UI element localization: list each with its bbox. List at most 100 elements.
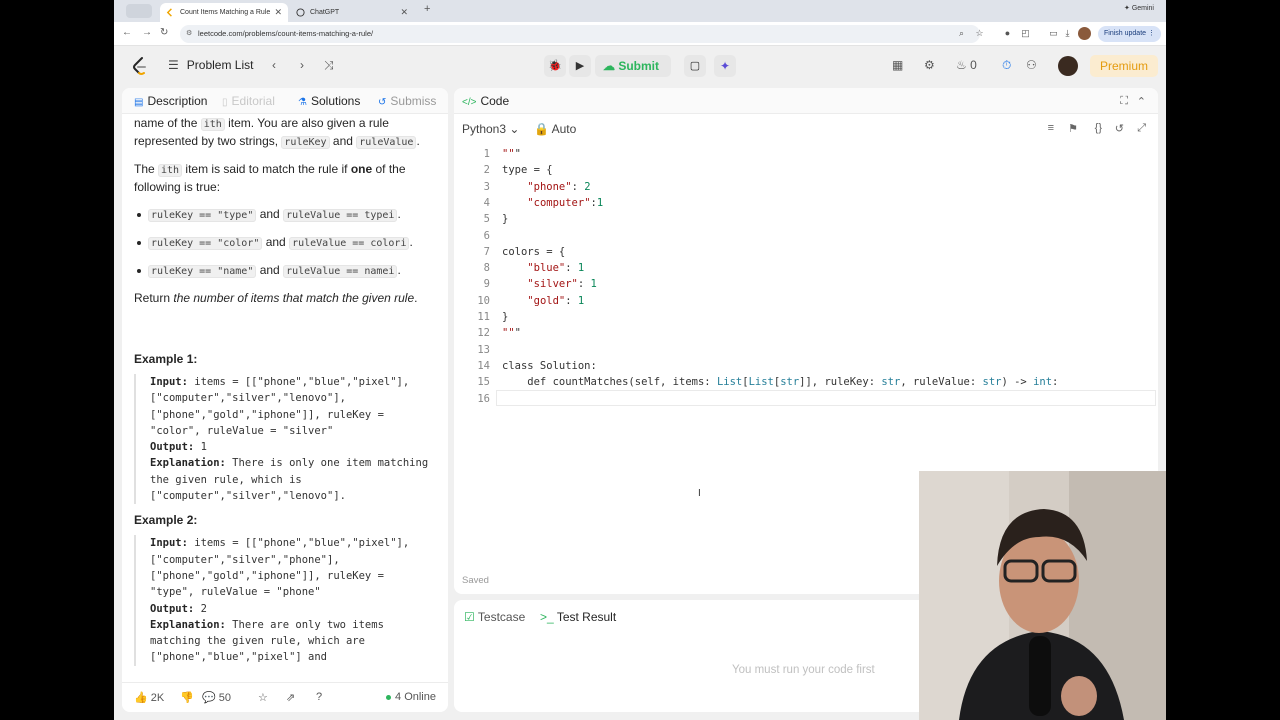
inline-code: ith [158,164,183,177]
tab-description[interactable]: ▤ Description [134,94,207,108]
bookmark-star-icon[interactable]: ☆ [974,28,985,39]
code-line: "blue": 1 [527,262,585,275]
save-status: Saved [462,575,489,586]
download-icon[interactable]: ⤓ [1062,28,1073,39]
favorite-star-icon[interactable]: ☆ [258,691,268,704]
close-tab-icon[interactable]: ✕ [274,3,282,22]
input-value: items = [["phone","blue","pixel"],["comp… [150,376,410,437]
line-number: 2 [483,164,490,177]
comments-button[interactable]: 💬 50 [202,691,231,704]
reset-icon[interactable]: ↺ [1115,122,1124,135]
tab-test-result[interactable]: >_ Test Result [540,610,616,624]
rule-bullet: ruleKey == "type" and ruleValue == typei… [134,206,434,224]
thumbs-down-icon: 👎 [180,692,194,704]
extensions-puzzle-icon[interactable]: ◰ [1020,28,1031,39]
explanation-label: Explanation: [150,457,226,470]
timer-icon[interactable]: ⏱ [1002,58,1011,73]
submit-label: Submit [618,59,660,73]
run-button[interactable]: ▶ [569,55,591,77]
close-tab-icon[interactable]: ✕ [400,3,408,22]
inline-code: ruleValue == namei [283,265,398,278]
text: . [397,263,401,277]
description-footer: 👍 2K 👎 💬 50 ☆ ⇗ ? 4 Online [122,682,448,712]
inline-code: ruleValue == typei [283,209,398,222]
format-icon[interactable]: ≡ [1048,122,1054,134]
code-line: """ [502,148,521,160]
dislike-button[interactable]: 👎 [180,691,194,704]
person-image [919,471,1166,720]
extension-icon[interactable]: ● [1002,28,1013,39]
browser-tab-leetcode[interactable]: Count Items Matching a Rule ✕ [160,3,288,22]
new-tab-icon[interactable]: + [424,3,430,15]
online-count: 4 Online [386,691,436,703]
text: The [134,162,159,176]
inline-code: ruleKey == "color" [148,237,263,250]
example-1-title: Example 1: [134,352,198,366]
premium-button[interactable]: Premium [1090,55,1159,77]
braces-icon[interactable]: {} [1095,122,1102,134]
settings-gear-icon[interactable]: ⚙ [924,58,935,72]
forward-icon[interactable]: → [142,27,152,38]
user-avatar[interactable] [1058,56,1078,76]
address-bar[interactable]: ⚙ leetcode.com/problems/count-items-matc… [180,25,980,43]
prev-problem-icon[interactable]: ‹ [272,58,276,72]
example-2-block: Input: items = [["phone","blue","pixel"]… [134,535,434,666]
tab-search-button[interactable] [126,4,152,18]
site-info-icon[interactable]: ⚙ [186,25,192,43]
layout-icon[interactable]: ▦ [892,58,903,72]
tab-strip: Count Items Matching a Rule ✕ ChatGPT ✕ … [114,0,1166,22]
line-number: 7 [483,245,490,258]
list-icon: ☰ [168,58,179,72]
split-view-icon[interactable]: ▭ [1048,28,1059,39]
gemini-button[interactable]: ✦ Gemini [1124,4,1154,12]
code-tab[interactable]: </> Code [462,94,509,108]
bookmark-icon[interactable]: ⚑ [1068,122,1078,135]
code-line: class Solution: [502,359,597,372]
problem-list-label: Problem List [186,58,254,72]
back-icon[interactable]: ← [122,27,132,38]
tab-submissions[interactable]: ↺ Submiss [378,94,436,108]
debug-button[interactable]: 🐞 [544,55,566,77]
notes-button[interactable]: ▢ [684,55,706,77]
reload-icon[interactable]: ↻ [160,27,168,38]
shuffle-icon[interactable]: ⤨ [324,58,334,73]
tab-solutions-label: Solutions [310,94,361,108]
collapse-icon[interactable]: ⌃ [1137,95,1146,108]
code-line: "phone": 2 [527,180,591,193]
help-icon[interactable]: ? [316,691,322,703]
next-problem-icon[interactable]: › [300,58,304,72]
language-select[interactable]: Python3 ⌄ [462,122,519,136]
browser-tab-chatgpt[interactable]: ChatGPT ✕ [290,3,414,22]
editor-toolbar: Python3 ⌄ 🔒 Auto ≡ ⚑ {} ↺ ⤢ [454,114,1158,142]
leetcode-logo-icon[interactable] [132,56,148,76]
autocomplete-toggle[interactable]: 🔒 Auto [534,122,576,136]
fullscreen-icon[interactable]: ⤢ [1137,122,1146,135]
like-button[interactable]: 👍 2K [134,691,164,704]
ai-assist-button[interactable]: ✦ [714,55,736,77]
tab-editorial[interactable]: ▯ Editorial [222,94,275,108]
profile-avatar[interactable] [1078,27,1091,40]
inline-code: ruleValue == colori [289,237,410,250]
problem-list-button[interactable]: ☰ Problem List [168,58,253,72]
finish-update-button[interactable]: Finish update ⋮ [1098,26,1161,42]
share-icon[interactable]: ⇗ [286,691,295,704]
description-icon: ▤ [134,97,144,108]
history-icon: ↺ [378,97,387,108]
sparkle-icon: ✦ [719,59,731,73]
code-area[interactable]: 1 """ 2 type = {3 "phone": 2 4 "computer":1 5… [454,146,1158,526]
line-number: 10 [477,294,490,307]
play-icon: ▶ [575,60,585,72]
add-friend-icon[interactable]: ⚇ [1026,58,1037,72]
description-paragraph: name of the ith item. You are also given… [134,115,434,151]
premium-label: Premium [1100,59,1149,73]
tab-testcase[interactable]: ☑ Testcase [464,610,525,624]
output-value: 2 [194,602,207,615]
tab-solutions[interactable]: ⚗ Solutions [298,94,360,108]
submit-button[interactable]: ☁ Submit [595,55,672,77]
line-number: 9 [483,278,490,291]
maximize-icon[interactable]: ⛶ [1120,95,1128,108]
rule-bullet: ruleKey == "name" and ruleValue == namei… [134,262,434,280]
webcam-overlay [919,471,1166,720]
zoom-icon[interactable]: ⌕ [956,28,967,39]
streak-counter[interactable]: ♨ 0 [956,58,977,72]
